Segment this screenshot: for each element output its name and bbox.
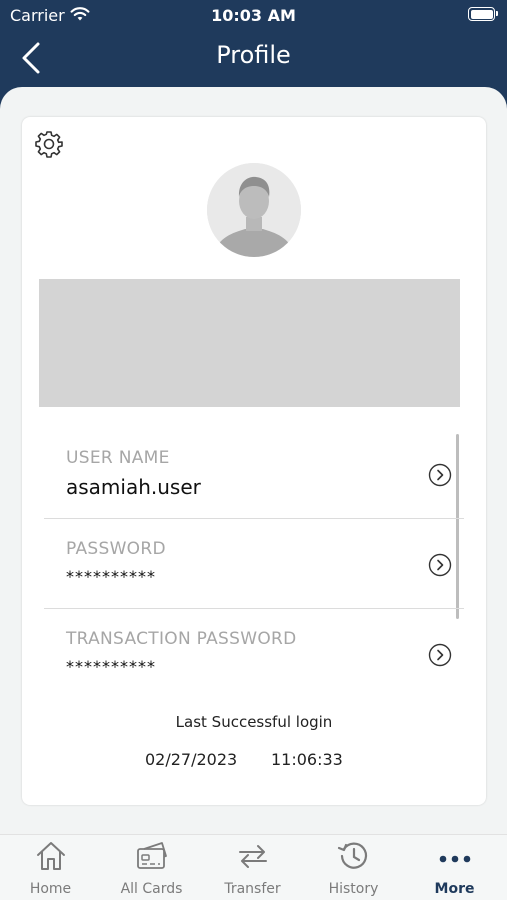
chevron-right-circle-icon[interactable] bbox=[428, 553, 452, 577]
tab-more[interactable]: More bbox=[404, 835, 505, 900]
tab-label: More bbox=[434, 881, 475, 897]
password-label: PASSWORD bbox=[66, 539, 166, 559]
battery-icon bbox=[468, 7, 498, 21]
transaction-password-row[interactable]: TRANSACTION PASSWORD ********** bbox=[44, 609, 464, 699]
username-row[interactable]: USER NAME asamiah.user bbox=[44, 429, 464, 519]
last-login-time: 11:06:33 bbox=[271, 750, 343, 769]
status-time: 10:03 AM bbox=[211, 6, 296, 25]
tab-all-cards[interactable]: All Cards bbox=[101, 835, 202, 900]
home-icon bbox=[37, 842, 65, 870]
tab-label: Transfer bbox=[224, 881, 281, 897]
tab-label: All Cards bbox=[120, 881, 183, 897]
page-title: Profile bbox=[216, 41, 291, 69]
tab-transfer[interactable]: Transfer bbox=[202, 835, 303, 900]
status-bar: Carrier 10:03 AM bbox=[0, 0, 507, 32]
tab-home[interactable]: Home bbox=[0, 835, 101, 900]
password-row[interactable]: PASSWORD ********** bbox=[44, 519, 464, 609]
tab-bar: Home All Cards Transfer History More bbox=[0, 834, 507, 900]
avatar[interactable] bbox=[207, 163, 301, 257]
tab-label: History bbox=[328, 881, 379, 897]
nav-bar: Profile bbox=[0, 32, 507, 87]
card-icon bbox=[137, 842, 167, 869]
gear-icon[interactable] bbox=[34, 129, 64, 159]
tab-history[interactable]: History bbox=[303, 835, 404, 900]
transfer-arrows-icon bbox=[239, 845, 267, 868]
transaction-password-value: ********** bbox=[66, 657, 156, 676]
chevron-right-circle-icon[interactable] bbox=[428, 643, 452, 667]
more-dots-icon bbox=[439, 855, 471, 863]
content-sheet: USER NAME asamiah.user PASSWORD ********… bbox=[0, 87, 507, 834]
history-clock-icon bbox=[337, 842, 368, 869]
user-silhouette-icon bbox=[207, 163, 301, 257]
last-login-date: 02/27/2023 bbox=[145, 750, 238, 769]
password-value: ********** bbox=[66, 567, 156, 586]
profile-card: USER NAME asamiah.user PASSWORD ********… bbox=[22, 117, 486, 805]
transaction-password-label: TRANSACTION PASSWORD bbox=[66, 629, 297, 649]
profile-banner-placeholder bbox=[39, 279, 460, 407]
username-value: asamiah.user bbox=[66, 475, 201, 499]
tab-label: Home bbox=[29, 881, 72, 897]
username-label: USER NAME bbox=[66, 448, 170, 468]
last-login-label: Last Successful login bbox=[175, 713, 333, 731]
chevron-right-circle-icon[interactable] bbox=[428, 463, 452, 487]
